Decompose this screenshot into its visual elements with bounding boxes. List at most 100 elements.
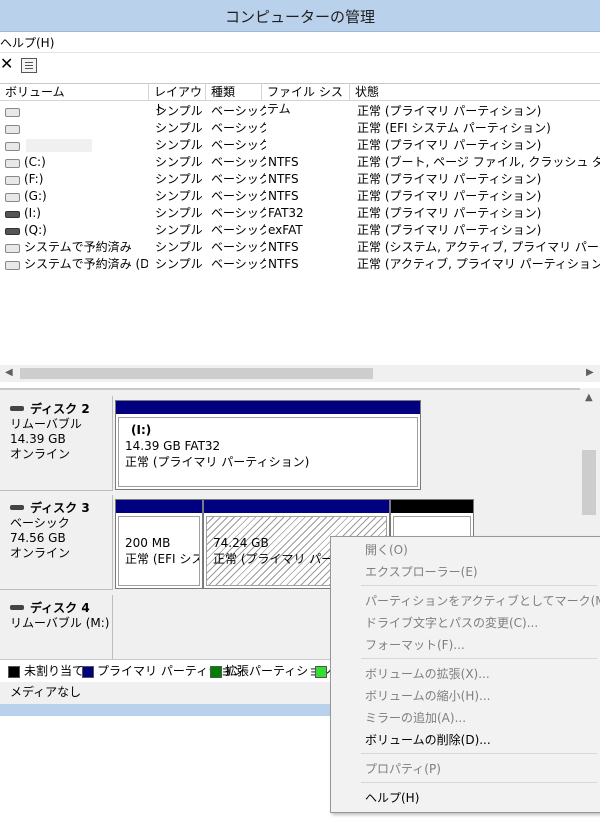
disk-4-state: メディアなし [10,685,82,699]
cell-type: ベーシック [211,104,266,118]
cell-volume: (I:) [24,206,41,220]
partition-disk3-efi[interactable]: 200 MB 正常 (EFI シス [115,499,203,589]
table-row[interactable]: (G:) シンプル ベーシック NTFS 正常 (プライマリ パーティション) [0,188,600,205]
menu-item-format[interactable]: フォーマット(F)... [365,637,465,653]
menu-item-shrink-volume[interactable]: ボリュームの縮小(H)... [365,688,490,704]
removable-disk-icon [10,605,24,610]
column-header-filesystem[interactable]: ファイル システム [262,84,350,116]
partition-type-bar [391,500,473,513]
menu-item-explorer[interactable]: エクスプローラー(E) [365,564,478,580]
context-menu-gutter [331,537,359,812]
cell-type: ベーシック [211,172,266,186]
disk-kind: ベーシック [10,516,70,530]
partition-status: 正常 (プライマリ パーティション) [125,455,310,469]
horizontal-scroll-thumb[interactable] [20,368,373,379]
disk-2-label[interactable]: ディスク 2 リムーバブル 14.39 GB オンライン [0,396,113,491]
disk-name: ディスク 4 [30,601,90,615]
cell-type: ベーシック [211,121,266,135]
cell-status: 正常 (プライマリ パーティション) [357,206,542,220]
table-row[interactable]: (F:) シンプル ベーシック NTFS 正常 (プライマリ パーティション) [0,171,600,188]
cell-status: 正常 (アクティブ, プライマリ パーティション) [357,257,600,271]
cell-filesystem: FAT32 [268,206,304,220]
cell-type: ベーシック [211,189,266,203]
legend-label-primary: プライマリ パーティション [97,664,245,678]
cell-status: 正常 (ブート, ページ ファイル, クラッシュ ダンプ, プラ [357,155,600,169]
vertical-scroll-thumb[interactable] [582,450,596,515]
scroll-left-icon[interactable]: ◀ [5,367,13,378]
cell-layout: シンプル [155,240,203,254]
partition-body: 200 MB 正常 (EFI シス [118,516,200,586]
partition-type-bar [204,500,389,513]
drive-icon [5,125,20,134]
drive-icon [5,108,20,117]
table-row[interactable]: (Q:) シンプル ベーシック exFAT 正常 (プライマリ パーティション) [0,222,600,239]
menu-separator [361,585,597,586]
column-header-status[interactable]: 状態 [350,84,600,101]
cell-layout: シンプル [155,206,203,220]
table-row[interactable]: システムで予約済み (D:) シンプル ベーシック NTFS 正常 (アクティブ, プラ… [0,256,600,273]
menu-item-add-mirror[interactable]: ミラーの追加(A)... [365,710,466,726]
menu-item-properties[interactable]: プロパティ(P) [365,761,441,777]
cell-volume: システムで予約済み [24,240,132,254]
cell-status: 正常 (プライマリ パーティション) [357,104,542,118]
cell-status: 正常 (システム, アクティブ, プライマリ パーティション) [357,240,600,254]
table-row[interactable]: シンプル ベーシック 正常 (EFI システム パーティション) [0,120,600,137]
table-row[interactable]: (C:) シンプル ベーシック NTFS 正常 (ブート, ページ ファイル, クラッシ… [0,154,600,171]
legend-swatch-primary [82,666,94,678]
table-row[interactable]: シンプル ベーシック 正常 (プライマリ パーティション) [0,137,600,154]
menu-item-change-drive-letter[interactable]: ドライブ文字とパスの変更(C)... [365,615,538,631]
menu-bar: ヘルプ(H) [0,32,600,53]
column-header-layout[interactable]: レイアウト [149,84,206,116]
disk-4-label[interactable]: ディスク 4 リムーバブル (M:) [0,595,113,665]
column-header-volume[interactable]: ボリューム [0,84,149,101]
disk-size: 74.56 GB [10,531,66,545]
drive-icon [5,193,20,202]
menu-item-help[interactable]: ヘルプ(H) [365,790,419,806]
disk-3-label[interactable]: ディスク 3 ベーシック 74.56 GB オンライン [0,495,113,590]
table-row[interactable]: シンプル ベーシック 正常 (プライマリ パーティション) [0,103,600,120]
horizontal-scrollbar[interactable]: ◀ ▶ [0,365,600,382]
column-header-type[interactable]: 種類 [206,84,262,101]
toolbar: ✕ [0,53,600,77]
removable-disk-icon [10,406,24,411]
cell-status: 正常 (プライマリ パーティション) [357,223,542,237]
table-row[interactable]: システムで予約済み シンプル ベーシック NTFS 正常 (システム, アクティブ, プ… [0,239,600,256]
cell-volume: (Q:) [24,223,47,237]
menu-help[interactable]: ヘルプ(H) [0,34,54,51]
menu-item-open[interactable]: 開く(O) [365,542,408,558]
disk-name: ディスク 3 [30,501,90,515]
drive-icon [5,244,20,253]
partition-status: 正常 (EFI シス [125,552,200,566]
cell-volume: (F:) [24,172,44,186]
cell-type: ベーシック [211,206,266,220]
drive-icon [5,261,20,270]
partition-body: (I:) 14.39 GB FAT32 正常 (プライマリ パーティション) [118,417,418,487]
cell-volume: (C:) [24,155,46,169]
properties-icon[interactable] [21,58,37,73]
disk-name: ディスク 2 [30,402,90,416]
removable-drive-icon [5,228,20,235]
partition-size: 200 MB [125,536,171,550]
menu-item-extend-volume[interactable]: ボリュームの拡張(X)... [365,666,490,682]
removable-drive-icon [5,211,20,218]
cell-layout: シンプル [155,104,203,118]
cell-type: ベーシック [211,257,266,271]
disk-state: オンライン [10,447,71,461]
menu-item-mark-active[interactable]: パーティションをアクティブとしてマーク(M) [365,593,600,609]
disk-size: 14.39 GB [10,432,66,446]
partition-disk2-i[interactable]: (I:) 14.39 GB FAT32 正常 (プライマリ パーティション) [115,400,421,490]
drive-icon [5,142,20,151]
cell-filesystem: NTFS [268,257,299,271]
scroll-right-icon[interactable]: ▶ [586,367,594,378]
delete-icon[interactable]: ✕ [0,56,13,72]
scroll-up-icon[interactable]: ▲ [585,392,593,403]
drive-icon [5,176,20,185]
cell-type: ベーシック [211,138,266,152]
table-row[interactable]: (I:) シンプル ベーシック FAT32 正常 (プライマリ パーティション) [0,205,600,222]
cell-filesystem: exFAT [268,223,303,237]
menu-separator [361,782,597,783]
cell-type: ベーシック [211,155,266,169]
menu-item-delete-volume[interactable]: ボリュームの削除(D)... [365,732,491,748]
partition-label: (I:) [131,423,152,437]
volume-list: ボリューム レイアウト 種類 ファイル システム 状態 シンプル ベーシック 正常 … [0,83,600,384]
